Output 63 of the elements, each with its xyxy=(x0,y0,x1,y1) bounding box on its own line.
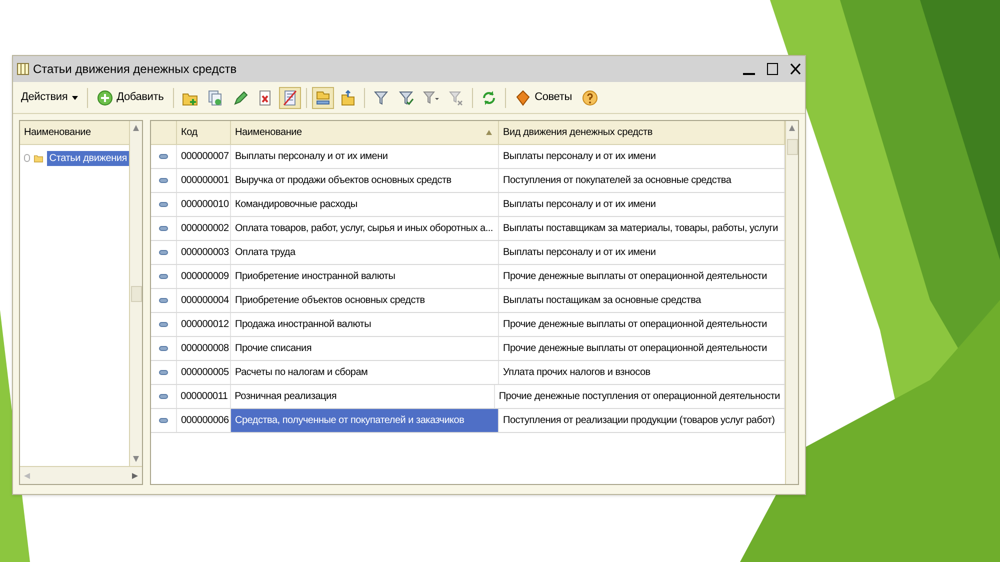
item-icon xyxy=(159,346,168,351)
scrollbar[interactable] xyxy=(129,121,142,466)
item-icon xyxy=(159,298,168,303)
scroll-up-icon[interactable] xyxy=(133,125,139,131)
item-icon xyxy=(159,274,168,279)
scrollbar[interactable] xyxy=(785,121,798,484)
close-icon[interactable] xyxy=(790,63,801,75)
plus-circle-icon xyxy=(96,90,113,106)
table-cell[interactable]: Оплата товаров, работ, услуг, сырья и иных оборотных а... xyxy=(231,217,499,240)
column-header[interactable]: Код xyxy=(177,121,231,144)
item-icon xyxy=(159,370,168,375)
table-cell[interactable]: Выручка от продажи объектов основных средств xyxy=(231,169,499,192)
item-icon xyxy=(158,394,168,399)
table-cell[interactable]: Выплаты персоналу и от их имени xyxy=(231,145,499,168)
item-icon xyxy=(159,154,168,159)
scroll-left-icon[interactable] xyxy=(24,472,30,478)
table-cell[interactable]: 000000010 xyxy=(177,193,231,216)
item-icon xyxy=(159,418,168,423)
table-cell[interactable]: 000000007 xyxy=(177,145,231,168)
tree-view-icon[interactable] xyxy=(312,86,334,108)
table-cell[interactable]: Приобретение объектов основных средств xyxy=(231,289,499,312)
item-icon xyxy=(159,250,168,255)
tree-item[interactable]: Статьи движения xyxy=(47,150,129,166)
diamond-icon xyxy=(514,90,531,106)
table-cell[interactable]: 000000005 xyxy=(177,361,231,384)
caret-icon xyxy=(72,96,78,100)
table-cell[interactable]: 000000011 xyxy=(176,385,231,408)
table-cell[interactable]: 000000009 xyxy=(177,265,231,288)
scroll-thumb[interactable] xyxy=(130,286,142,302)
table-cell[interactable]: Расчеты по налогам и сборам xyxy=(231,361,499,384)
table-cell[interactable]: Прочие списания xyxy=(231,337,499,360)
maximize-button[interactable] xyxy=(767,63,778,75)
table-icon xyxy=(17,63,29,75)
folder-icon xyxy=(34,152,44,164)
table-cell[interactable]: 000000002 xyxy=(177,217,231,240)
table-cell[interactable]: Командировочные расходы xyxy=(231,193,499,216)
actions-menu[interactable]: Действия xyxy=(17,86,82,108)
item-icon xyxy=(159,226,168,231)
table-cell[interactable]: Приобретение иностранной валюты xyxy=(231,265,499,288)
table-cell[interactable]: 000000012 xyxy=(177,313,231,336)
table-cell[interactable]: Розничная реализация xyxy=(230,385,495,408)
radio-icon[interactable] xyxy=(24,154,30,162)
item-icon xyxy=(159,202,168,207)
window-title: Статьи движения денежных средств xyxy=(33,61,237,78)
scroll-up-icon[interactable] xyxy=(789,125,795,131)
add-button[interactable]: Добавить xyxy=(92,86,168,108)
table-cell[interactable]: 000000003 xyxy=(177,241,231,264)
column-header[interactable]: Наименование xyxy=(20,121,129,145)
crossed-document-icon[interactable] xyxy=(278,86,301,108)
table-cell[interactable]: 000000001 xyxy=(177,169,231,192)
table-cell[interactable]: 000000008 xyxy=(177,337,231,360)
table-cell[interactable]: Средства, полученные от покупателей и заказчиков xyxy=(231,409,499,432)
tips-button[interactable]: Советы xyxy=(510,86,576,108)
item-icon xyxy=(159,322,168,327)
horizontal-scrollbar[interactable] xyxy=(20,466,142,484)
table-cell[interactable]: Оплата труда xyxy=(231,241,499,264)
item-icon xyxy=(159,178,168,183)
column-header[interactable]: Наименование xyxy=(231,121,499,144)
table-cell[interactable]: Продажа иностранной валюты xyxy=(231,313,499,336)
scroll-thumb[interactable] xyxy=(786,139,798,155)
sort-icon xyxy=(486,130,492,135)
table-cell[interactable]: 000000004 xyxy=(177,289,231,312)
scroll-right-icon[interactable] xyxy=(132,472,138,478)
